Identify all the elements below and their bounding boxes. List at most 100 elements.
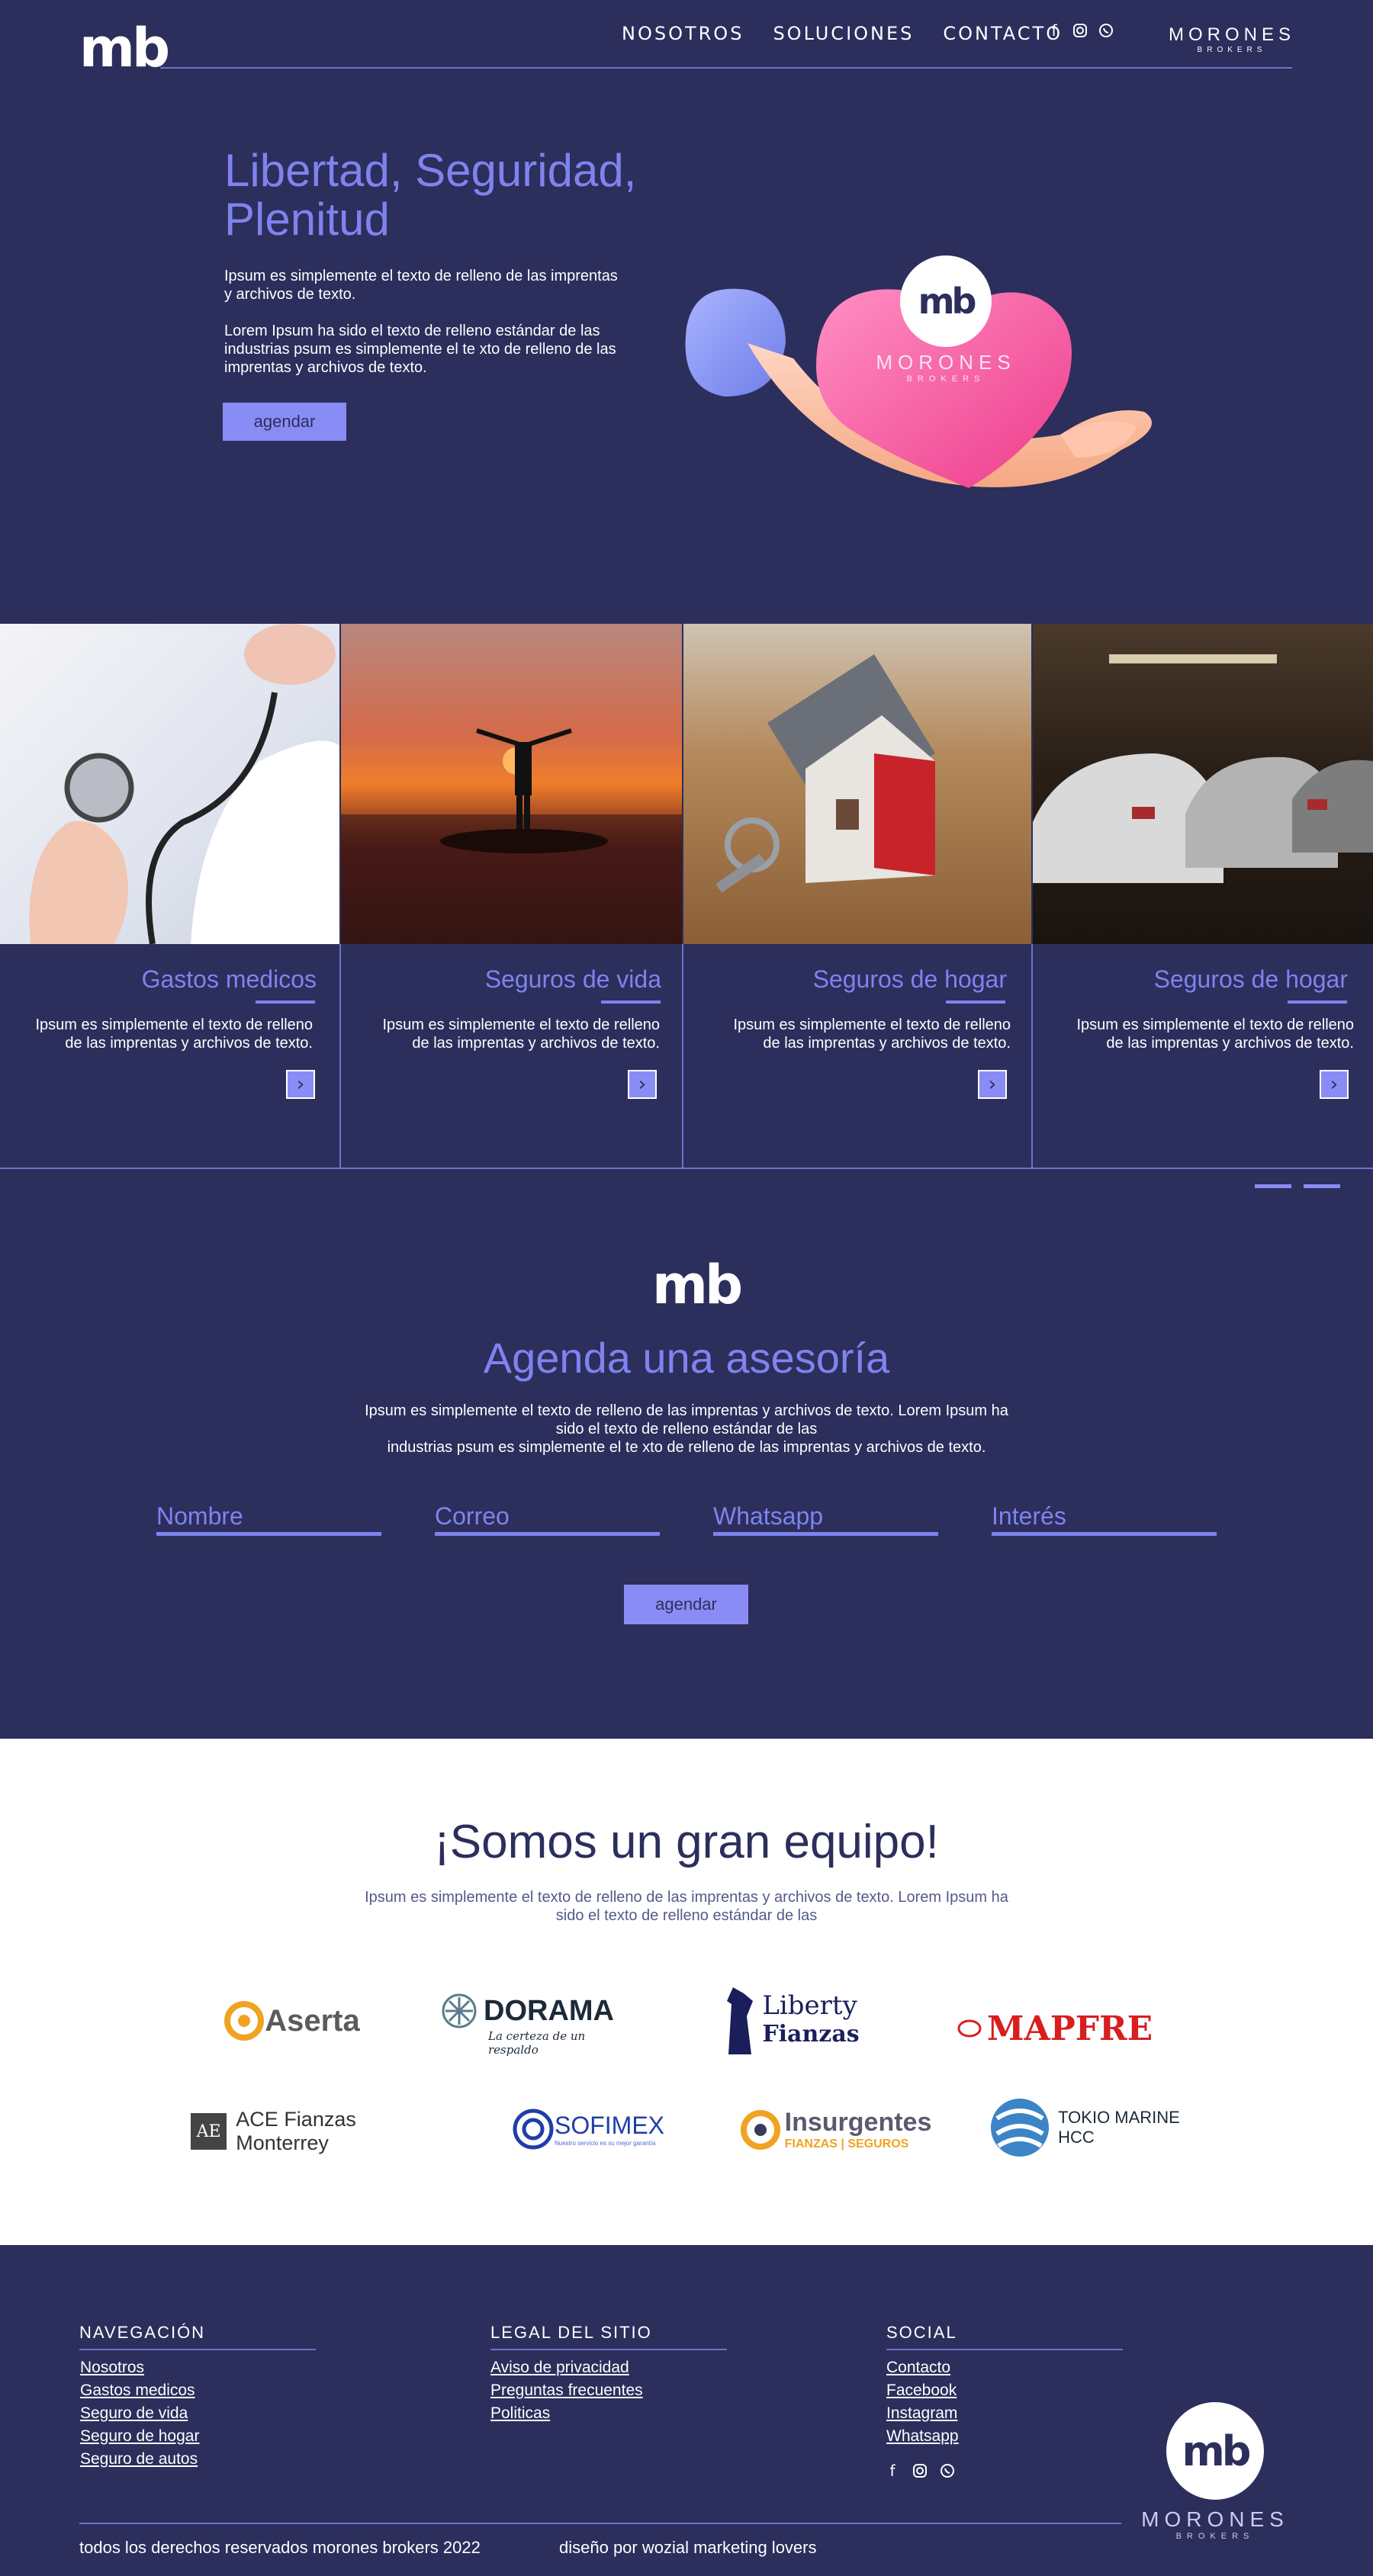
hero-text-2-line: industrias psum es simplemente el te xto… (224, 341, 616, 358)
card-divider (1031, 944, 1033, 1168)
service-card-line: de las imprentas y archivos de texto. (1106, 1035, 1354, 1052)
insurgentes-tagline: FIANZAS | SEGUROS (784, 2138, 909, 2150)
heart-brand: MORONES BROKERS (862, 351, 1030, 384)
hero-text-2-line: imprentas y archivos de texto. (224, 359, 427, 376)
footer-logo-circle[interactable]: mb (1166, 2402, 1264, 2500)
photo-parking (1033, 624, 1373, 944)
partner-logo-mapfre[interactable]: MAPFRE (953, 2006, 1156, 2051)
chevron-right-icon[interactable]: › (628, 1070, 657, 1099)
footer-nav-title: NAVEGACIÓN (79, 2323, 206, 2342)
page: mb NOSOTROS SOLUCIONES CONTACTO f MORONE… (0, 0, 1373, 2576)
instagram-icon[interactable] (1071, 21, 1089, 40)
nav-soluciones[interactable]: SOLUCIONES (773, 23, 914, 44)
brand-name: MORONES (1168, 24, 1295, 45)
header-logo[interactable]: mb (79, 21, 170, 75)
service-card-line: Ipsum es simplemente el texto de relleno (35, 1017, 313, 1033)
ace-label: ACE Fianzas Monterrey (236, 2108, 356, 2154)
footer-link-faq[interactable]: Preguntas frecuentes (490, 2382, 643, 2400)
partner-logo-insurgentes[interactable]: Insurgentes FIANZAS | SEGUROS (736, 2105, 934, 2154)
mapfre-label: MAPFRE (986, 2009, 1153, 2048)
name-field[interactable]: Nombre (156, 1502, 381, 1536)
nav-nosotros[interactable]: NOSOTROS (622, 23, 744, 44)
service-card-line: Ipsum es simplemente el texto de relleno (382, 1017, 660, 1033)
hero-text-1: Ipsum es simplemente el texto de relleno… (224, 267, 618, 304)
footer-legal-title: LEGAL DEL SITIO (490, 2323, 652, 2342)
interest-field[interactable]: Interés (992, 1502, 1217, 1536)
tokio-label: TOKIO MARINE (1058, 2108, 1180, 2127)
partner-logo-tokio[interactable]: TOKIO MARINE HCC (984, 2095, 1184, 2160)
agenda-text-line: industrias psum es simplemente el te xto… (387, 1439, 986, 1456)
hero-text-2-line: Lorem Ipsum ha sido el texto de relleno … (224, 323, 600, 339)
whatsapp-icon[interactable] (1097, 21, 1115, 40)
instagram-icon[interactable] (911, 2462, 929, 2480)
agenda-title: Agenda una asesoría (483, 1334, 890, 1382)
team-text-line: Ipsum es simplemente el texto de relleno… (365, 1889, 1008, 1906)
whatsapp-icon[interactable] (938, 2462, 957, 2480)
facebook-icon[interactable]: f (1045, 21, 1063, 40)
photo-sunset (341, 624, 682, 944)
footer-link-gastos-medicos[interactable]: Gastos medicos (80, 2382, 195, 2400)
partner-logo-aserta[interactable]: Aserta (206, 1994, 378, 2048)
footer-logo: mb (1182, 2427, 1252, 2475)
header-divider (160, 67, 1292, 69)
dorama-tagline: La certeza de un respaldo (488, 2029, 586, 2057)
partner-logo-ace[interactable]: AE ACE Fianzas Monterrey (191, 2108, 435, 2154)
service-card-title: Seguros de hogar (1153, 965, 1348, 993)
footer-brand-name: MORONES (1141, 2507, 1289, 2531)
footer-copyright: todos los derechos reservados morones br… (79, 2538, 481, 2557)
cards-bottom-line (0, 1168, 1373, 1169)
footer-link-politicas[interactable]: Politicas (490, 2404, 550, 2423)
heart-brand-name: MORONES (876, 351, 1016, 374)
service-card-line: Ipsum es simplemente el texto de relleno (1076, 1017, 1354, 1033)
chevron-right-icon[interactable]: › (286, 1070, 315, 1099)
footer-social-title: SOCIAL (886, 2323, 957, 2342)
footer-link-privacidad[interactable]: Aviso de privacidad (490, 2359, 629, 2377)
hero-text-1-line: y archivos de texto. (224, 286, 356, 303)
service-card-text: Ipsum es simplemente el texto de relleno… (15, 1016, 313, 1052)
footer-link-contacto[interactable]: Contacto (886, 2359, 950, 2377)
footer-divider (79, 2523, 1121, 2524)
partner-logo-dorama[interactable]: DORAMA La certeza de un respaldo (441, 1993, 614, 2057)
brand-sub: BROKERS (1197, 46, 1267, 54)
footer-link-instagram[interactable]: Instagram (886, 2404, 957, 2423)
facebook-icon[interactable]: f (883, 2462, 902, 2480)
service-card-line: de las imprentas y archivos de texto. (763, 1035, 1011, 1052)
footer-link-seguro-hogar[interactable]: Seguro de hogar (80, 2427, 199, 2446)
service-card-underline (946, 1001, 1005, 1004)
heart-brand-sub: BROKERS (906, 374, 986, 384)
photo-doctor (0, 624, 339, 944)
agenda-submit-button[interactable]: agendar (624, 1585, 748, 1624)
header-brand[interactable]: MORONES BROKERS (1167, 24, 1297, 54)
agenda-logo: mb (652, 1254, 743, 1316)
partner-logo-liberty[interactable]: Liberty Fianzas (706, 1983, 866, 2055)
chevron-right-icon[interactable]: › (1320, 1070, 1349, 1099)
team-text-line: sido el texto de relleno estándar de las (555, 1907, 818, 1924)
footer-link-facebook[interactable]: Facebook (886, 2382, 957, 2400)
liberty-sub: Fianzas (762, 2021, 860, 2048)
footer-link-seguro-vida[interactable]: Seguro de vida (80, 2404, 188, 2423)
slider-dot[interactable] (1304, 1184, 1340, 1188)
hero-text-2: Lorem Ipsum ha sido el texto de relleno … (224, 322, 616, 377)
header-social: f (1045, 21, 1115, 40)
service-card-text: Ipsum es simplemente el texto de relleno… (355, 1016, 660, 1052)
email-field[interactable]: Correo (435, 1502, 660, 1536)
partner-logo-sofimex[interactable]: SOFIMEX Nuestro servicio es su mejor gar… (500, 2106, 677, 2152)
footer-link-nosotros[interactable]: Nosotros (80, 2359, 144, 2377)
hero-title-line2: Plenitud (224, 194, 390, 245)
hero-agendar-button[interactable]: agendar (223, 403, 346, 441)
footer-link-seguro-autos[interactable]: Seguro de autos (80, 2450, 198, 2468)
service-card-line: de las imprentas y archivos de texto. (412, 1035, 660, 1052)
whatsapp-field[interactable]: Whatsapp (713, 1502, 938, 1536)
service-card-text: Ipsum es simplemente el texto de relleno… (1041, 1016, 1354, 1052)
aserta-label: Aserta (265, 2003, 360, 2038)
footer-credit[interactable]: diseño por wozial marketing lovers (559, 2538, 817, 2558)
statue-of-liberty-icon (727, 1987, 754, 2054)
footer-link-whatsapp[interactable]: Whatsapp (886, 2427, 959, 2446)
service-card-line: de las imprentas y archivos de texto. (65, 1035, 313, 1052)
footer-brand-sub: BROKERS (1175, 2532, 1255, 2541)
photo-house (683, 624, 1031, 944)
slider-dot[interactable] (1255, 1184, 1291, 1188)
chevron-right-icon[interactable]: › (978, 1070, 1007, 1099)
insurgentes-label: Insurgentes (784, 2108, 932, 2137)
card-divider (682, 944, 683, 1168)
